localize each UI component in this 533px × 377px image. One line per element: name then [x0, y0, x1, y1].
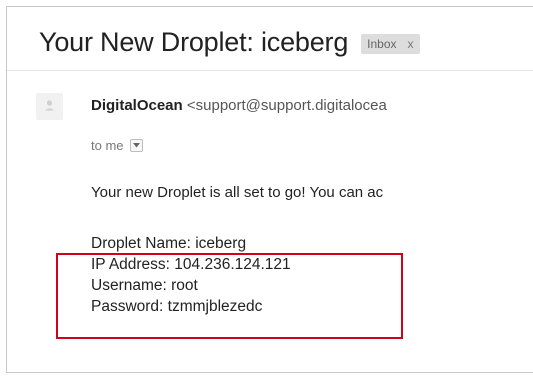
- email-view: Your New Droplet: iceberg Inbox x Digita…: [6, 6, 533, 373]
- inbox-label-text: Inbox: [367, 37, 397, 51]
- header-divider: [7, 70, 533, 71]
- password-line: Password: tzmmjblezedc: [91, 298, 263, 315]
- chevron-down-icon: [132, 143, 140, 148]
- email-subject: Your New Droplet: iceberg: [39, 27, 349, 57]
- droplet-details: Droplet Name: iceberg IP Address: 104.23…: [91, 233, 291, 317]
- username-line: Username: root: [91, 277, 198, 294]
- sender-email: <support@support.digitalocea: [186, 97, 387, 114]
- default-avatar-icon: [44, 100, 55, 111]
- subject-row: Your New Droplet: iceberg Inbox x: [39, 27, 420, 58]
- show-details-button[interactable]: [129, 139, 143, 152]
- email-body-intro: Your new Droplet is all set to go! You c…: [91, 184, 384, 201]
- ip-address-line: IP Address: 104.236.124.121: [91, 256, 291, 273]
- remove-label-button[interactable]: x: [408, 37, 414, 51]
- recipient-text: to me: [91, 138, 124, 153]
- droplet-name-line: Droplet Name: iceberg: [91, 235, 247, 252]
- recipient-row: to me: [91, 138, 143, 153]
- sender-name[interactable]: DigitalOcean: [91, 97, 183, 114]
- sender-row: DigitalOcean <support@support.digitaloce…: [91, 97, 387, 114]
- sender-avatar[interactable]: [36, 93, 63, 120]
- inbox-label[interactable]: Inbox x: [361, 34, 420, 54]
